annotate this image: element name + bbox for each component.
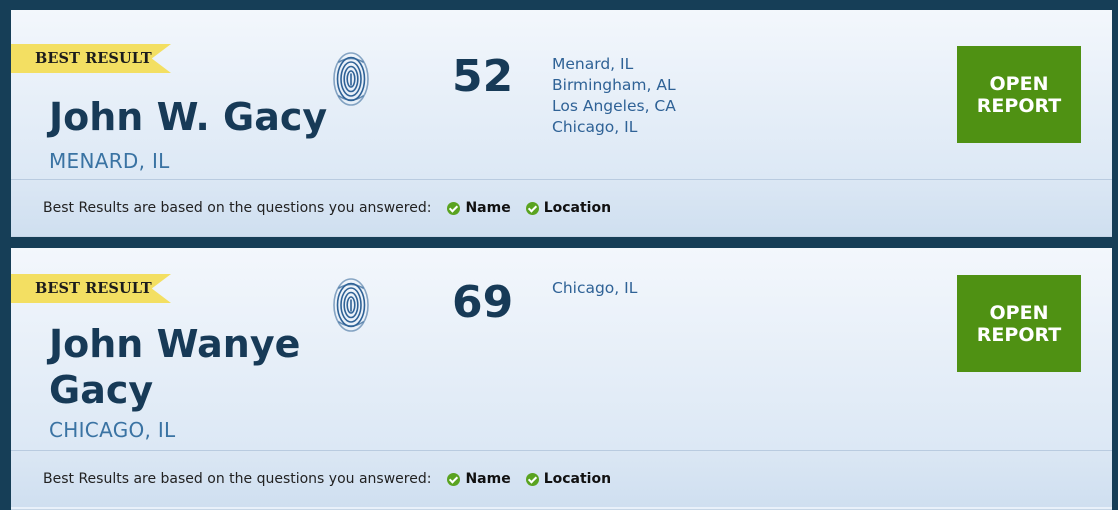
person-name-line2: Gacy [49, 368, 154, 412]
check-circle-icon [525, 472, 539, 486]
place-item: Birmingham, AL [552, 76, 676, 94]
open-report-button[interactable]: OPEN REPORT [957, 275, 1081, 372]
best-result-badge: BEST RESULT [11, 44, 171, 73]
criteria-name: Name [447, 200, 511, 216]
result-card-footer: Best Results are based on the questions … [11, 180, 1112, 236]
best-result-badge: BEST RESULT [11, 274, 171, 303]
open-report-label-line2: REPORT [976, 323, 1062, 346]
criteria-label: Location [543, 200, 612, 216]
person-location: CHICAGO, IL [49, 418, 176, 442]
best-results-note: Best Results are based on the questions … [43, 471, 432, 487]
person-name[interactable]: John W. Gacy [49, 94, 327, 140]
place-item: Chicago, IL [552, 279, 638, 297]
place-item: Menard, IL [552, 55, 634, 73]
check-circle-icon [447, 472, 461, 486]
open-report-label-line1: OPEN [989, 301, 1049, 324]
criteria-location: Location [525, 200, 612, 216]
person-name-line1: John Wanye [49, 322, 301, 366]
place-item: Los Angeles, CA [552, 97, 676, 115]
place-item: Chicago, IL [552, 118, 638, 136]
best-results-note: Best Results are based on the questions … [43, 200, 432, 216]
criteria-location: Location [525, 471, 612, 487]
person-name[interactable]: John Wanye Gacy [49, 321, 300, 413]
fingerprint-icon [333, 278, 369, 332]
criteria-label: Name [465, 471, 511, 487]
fingerprint-icon [333, 52, 369, 106]
places-list: Menard, IL Birmingham, AL Los Angeles, C… [552, 54, 676, 138]
person-age: 52 [452, 51, 514, 102]
result-card-body: BEST RESULT John W. Gacy MENARD, IL 52 M… [11, 10, 1112, 180]
open-report-label-line2: REPORT [976, 94, 1062, 117]
places-list: Chicago, IL [552, 278, 637, 299]
result-card: BEST RESULT John W. Gacy MENARD, IL 52 M… [11, 10, 1112, 237]
criteria-label: Location [543, 471, 612, 487]
person-age: 69 [452, 277, 514, 328]
person-location: MENARD, IL [49, 149, 170, 173]
open-report-button[interactable]: OPEN REPORT [957, 46, 1081, 143]
criteria-label: Name [465, 200, 511, 216]
result-card-body: BEST RESULT John Wanye Gacy CHICAGO, IL [11, 248, 1112, 451]
open-report-label-line1: OPEN [989, 72, 1049, 95]
search-results: BEST RESULT John W. Gacy MENARD, IL 52 M… [0, 0, 1118, 510]
result-card-footer: Best Results are based on the questions … [11, 451, 1112, 507]
check-circle-icon [525, 201, 539, 215]
check-circle-icon [447, 201, 461, 215]
result-card: BEST RESULT John Wanye Gacy CHICAGO, IL [11, 248, 1112, 510]
criteria-name: Name [447, 471, 511, 487]
